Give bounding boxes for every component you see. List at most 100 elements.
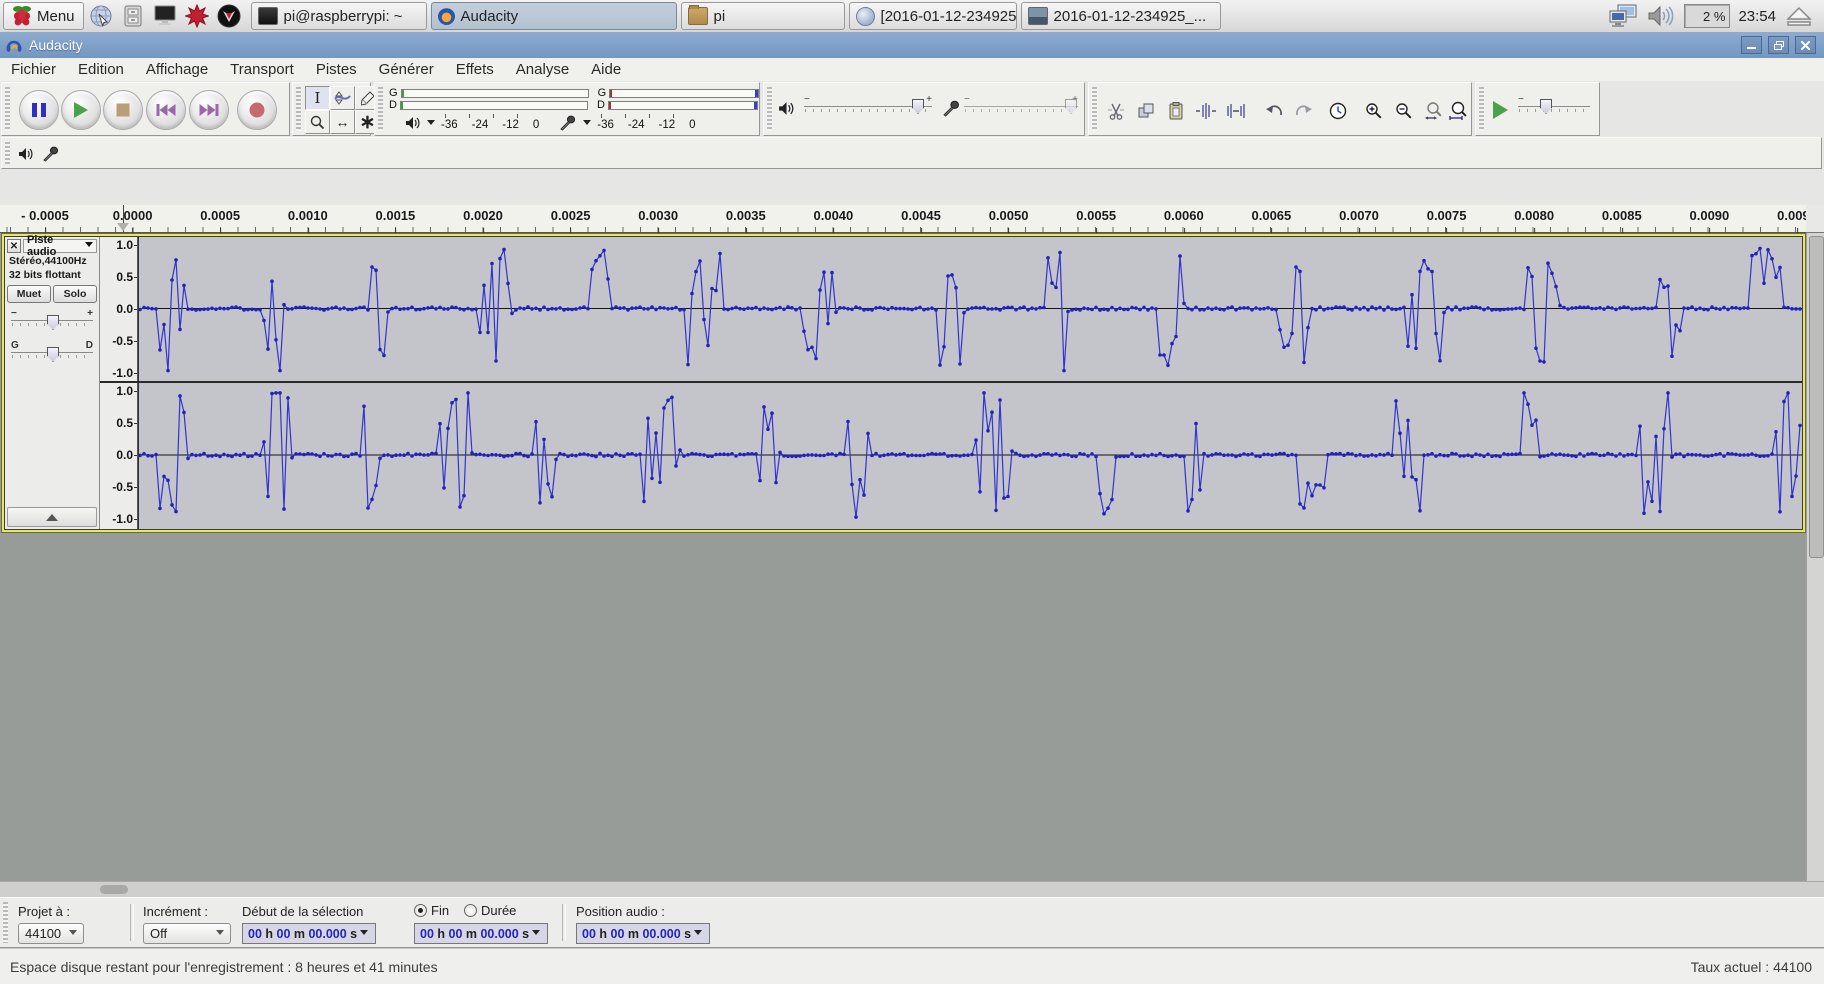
meter-dropdown-icon[interactable] [583,120,591,129]
horizontal-scrollbar-thumb[interactable] [100,885,128,894]
task-button[interactable]: pi@raspberrypi: ~ [251,2,427,30]
play-button[interactable] [61,90,101,130]
record-button[interactable] [237,90,277,130]
trim-outside-button[interactable] [1191,97,1220,124]
record-meter-right[interactable] [608,101,758,110]
mute-button[interactable]: Muet [7,285,51,303]
menu-item[interactable]: Fichier [0,61,67,78]
menu-item[interactable]: Analyse [505,61,580,78]
eject-icon[interactable] [1784,4,1814,28]
gain-thumb[interactable] [47,315,59,330]
selection-end-field[interactable]: 00 h 00 m 00.000 s [414,923,548,944]
timefield-arrow-icon[interactable] [694,930,702,939]
playback-speed-slider[interactable]: − [1518,97,1590,117]
paste-button[interactable] [1161,97,1190,124]
toolbar-grip[interactable] [3,902,8,943]
envelope-tool-button[interactable] [330,86,355,110]
selection-start-field[interactable]: 00 h 00 m 00.000 s [242,923,376,944]
sync-lock-button[interactable] [1323,97,1352,124]
vruler-label: 0.0 [116,448,133,462]
project-rate-select[interactable]: 44100 [18,923,84,944]
cpu-monitor[interactable]: 2 % [1684,4,1730,28]
radio-end[interactable]: Fin [414,903,449,918]
waveform-display[interactable] [138,237,1802,529]
copy-button[interactable] [1131,97,1160,124]
speaker-icon[interactable] [18,147,34,161]
zoom-tool-button[interactable] [305,110,330,134]
playback-meter-left[interactable] [401,89,589,98]
fit-project-button[interactable] [1443,97,1472,124]
record-meter-left[interactable] [609,89,759,98]
launcher-wolfram[interactable] [181,1,213,31]
microphone-icon[interactable] [559,115,577,131]
radio-duration[interactable]: Durée [464,903,516,918]
menu-item[interactable]: Affichage [135,61,219,78]
play-at-speed-button[interactable] [1486,96,1515,123]
task-button[interactable]: Audacity [431,2,677,30]
output-volume-slider[interactable]: − + [804,97,932,117]
undo-button[interactable] [1259,97,1288,124]
toolbar-grip[interactable] [1092,87,1097,131]
track-collapse-button[interactable] [7,507,97,527]
track-gain-slider[interactable]: − + [11,311,93,333]
timefield-arrow-icon[interactable] [532,930,540,939]
silence-selection-button[interactable] [1221,97,1250,124]
skip-start-button[interactable] [146,90,186,130]
vertical-scrollbar-thumb[interactable] [1809,236,1824,558]
speaker-icon[interactable] [405,116,421,130]
menu-item[interactable]: Effets [445,61,505,78]
meter-dropdown-icon[interactable] [427,120,435,129]
transport-toolbar [1,82,290,136]
horizontal-scrollbar[interactable] [0,881,1824,897]
task-button[interactable]: pi [681,2,845,30]
track-close-button[interactable]: ✕ [7,239,21,253]
maximize-button[interactable] [1768,36,1789,54]
pan-thumb[interactable] [47,347,59,362]
selection-tool-button[interactable]: I [305,86,330,110]
toolbar-grip[interactable] [296,87,301,131]
menu-item[interactable]: Edition [67,61,135,78]
menu-item[interactable]: Aide [580,61,632,78]
zoom-in-button[interactable] [1359,97,1388,124]
vruler-label: -1.0 [112,366,133,380]
volume-icon[interactable] [1646,4,1676,28]
network-icon[interactable] [1608,3,1638,29]
menu-item[interactable]: Transport [219,61,305,78]
solo-button[interactable]: Solo [53,285,97,303]
playback-meter-right[interactable] [400,101,588,110]
track-menu-button[interactable]: Piste audio [23,239,97,253]
snap-select[interactable]: Off [143,923,231,944]
toolbar-grip[interactable] [767,87,772,131]
zoom-out-button[interactable] [1389,97,1418,124]
timefield-arrow-icon[interactable] [360,930,368,939]
launcher-app[interactable] [213,1,245,31]
skip-end-button[interactable] [189,90,229,130]
stop-button[interactable] [103,90,143,130]
vertical-scrollbar[interactable] [1806,233,1824,881]
start-menu-button[interactable]: Menu [3,2,84,30]
launcher-terminal[interactable] [149,1,181,31]
timeshift-tool-button[interactable]: ↔ [330,110,355,134]
toolbar-grip[interactable] [378,87,383,131]
cut-button[interactable] [1101,97,1130,124]
clock[interactable]: 23:54 [1738,8,1776,25]
launcher-file-manager[interactable] [117,1,149,31]
toolbar-grip[interactable] [5,87,10,131]
input-volume-slider[interactable]: − + [964,97,1078,117]
menu-item[interactable]: Pistes [305,61,368,78]
track-pan-slider[interactable]: G D [11,343,93,365]
close-button[interactable] [1795,36,1816,54]
redo-button[interactable] [1289,97,1318,124]
audio-position-field[interactable]: 00 h 00 m 00.000 s [576,923,710,944]
menu-item[interactable]: Générer [368,61,445,78]
microphone-icon[interactable] [42,146,60,162]
toolbar-grip[interactable] [1479,87,1484,131]
pause-button[interactable] [19,90,59,130]
task-button[interactable]: [2016-01-12-234925_... [849,2,1017,30]
timeline-ruler[interactable]: - 0.00050.00000.00050.00100.00150.00200.… [0,205,1806,233]
window-titlebar[interactable]: Audacity [0,32,1824,59]
task-button[interactable]: 2016-01-12-234925_... [1021,2,1221,30]
toolbar-grip[interactable] [5,142,10,164]
minimize-button[interactable] [1741,36,1762,54]
launcher-web-browser[interactable] [85,1,117,31]
